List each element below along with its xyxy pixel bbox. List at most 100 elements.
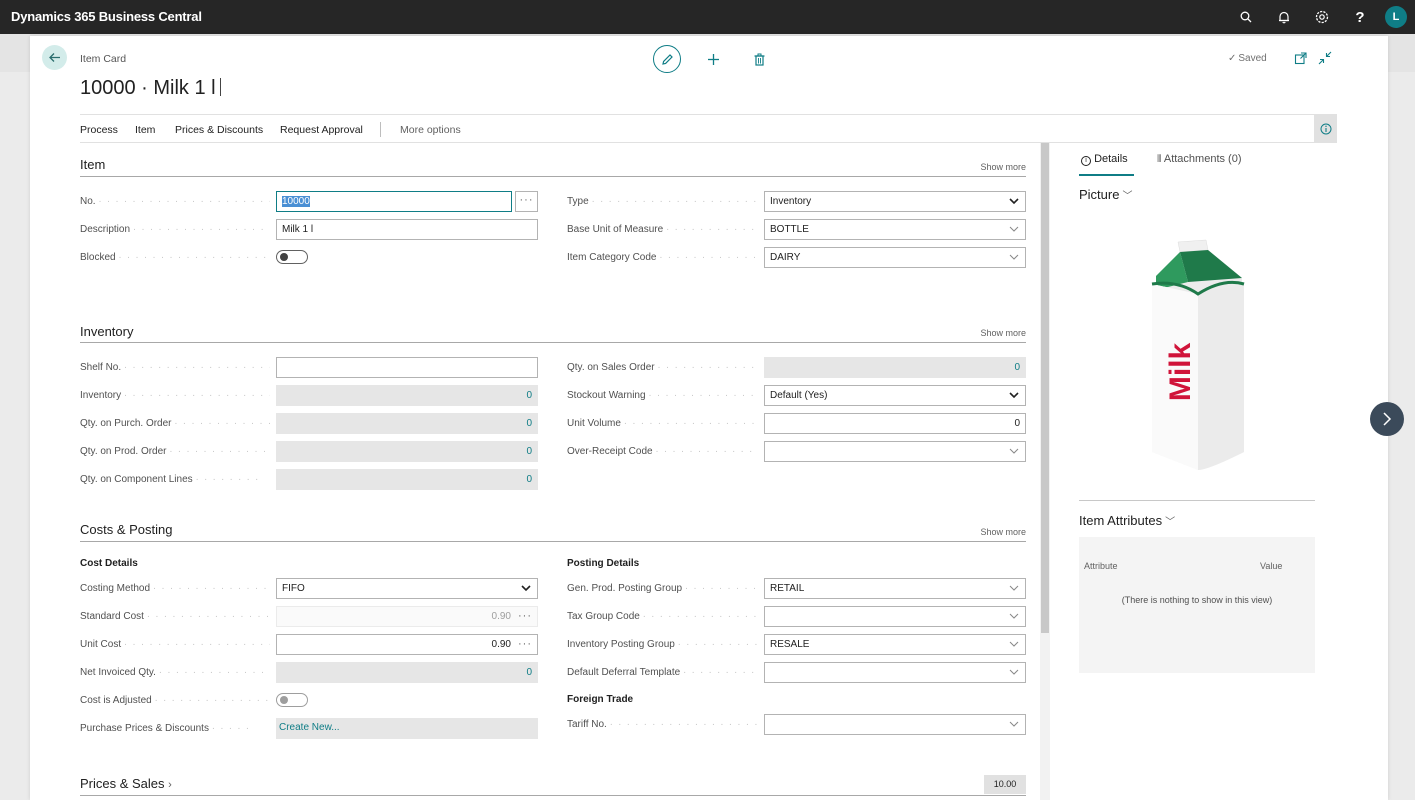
item-picture-milk-carton[interactable]: Milk (1148, 238, 1248, 472)
gen-prod-value: RETAIL (770, 583, 805, 594)
costing-method-value: FIFO (282, 583, 305, 594)
field-label-base-uom: Base Unit of Measure · · · · · · · · · ·… (567, 224, 757, 235)
toggle-knob (280, 696, 288, 704)
section-title-costs-posting[interactable]: Costs & Posting (80, 522, 173, 537)
attr-column-attribute[interactable]: Attribute (1084, 561, 1118, 571)
unit-volume-input[interactable]: 0 (764, 413, 1026, 434)
action-more-options[interactable]: More options (400, 124, 461, 136)
action-item[interactable]: Item (135, 124, 155, 136)
tab-details[interactable]: i Details (1081, 153, 1128, 166)
attr-column-value[interactable]: Value (1260, 561, 1282, 571)
factbox-info-icon[interactable] (1314, 115, 1337, 142)
label-text: Cost is Adjusted (80, 695, 152, 706)
category-value: DAIRY (770, 252, 801, 263)
chevron-down-icon (521, 585, 531, 592)
bell-icon[interactable] (1265, 0, 1303, 34)
stockout-warning-select[interactable]: Default (Yes) (764, 385, 1026, 406)
type-value: Inventory (770, 196, 812, 207)
deferral-template-select[interactable] (764, 662, 1026, 683)
qty-prod-order-value[interactable]: 0 (276, 441, 538, 462)
tariff-no-select[interactable] (764, 714, 1026, 735)
field-label-type: Type · · · · · · · · · · · · · · · · · ·… (567, 196, 757, 207)
action-process[interactable]: Process (80, 124, 118, 136)
field-label-category: Item Category Code · · · · · · · · · · ·… (567, 252, 757, 263)
field-label-costing-method: Costing Method · · · · · · · · · · · · ·… (80, 583, 270, 594)
inventory-posting-select[interactable]: RESALE (764, 634, 1026, 655)
milk-label-text: Milk (1164, 343, 1197, 402)
open-new-window-icon[interactable] (1294, 51, 1308, 65)
label-text: Standard Cost (80, 611, 144, 622)
paperclip-icon: ⦀ (1157, 154, 1162, 165)
delete-trash-icon[interactable] (749, 48, 769, 70)
field-label-description: Description · · · · · · · · · · · · · · … (80, 224, 270, 235)
net-invoiced-qty-value[interactable]: 0 (276, 662, 538, 683)
field-label-inventory-posting: Inventory Posting Group · · · · · · · · … (567, 639, 757, 650)
unit-cost-input[interactable]: 0.90 ··· (276, 634, 538, 655)
tab-attachments[interactable]: ⦀ Attachments (0) (1157, 153, 1242, 165)
content-scrollbar-thumb[interactable] (1041, 143, 1049, 633)
unit-cost-assist-button[interactable]: ··· (518, 638, 532, 650)
show-more-costs[interactable]: Show more (980, 527, 1026, 537)
chevron-down-icon (1009, 585, 1019, 591)
back-arrow-icon[interactable] (42, 45, 67, 70)
label-text: Tariff No. (567, 719, 607, 730)
label-text: Item Category Code (567, 252, 657, 263)
inventory-value[interactable]: 0 (276, 385, 538, 406)
section-title-inventory[interactable]: Inventory (80, 324, 133, 339)
field-label-component-lines: Qty. on Component Lines · · · · · · · · (80, 474, 260, 485)
label-text: Shelf No. (80, 362, 122, 373)
costing-method-select[interactable]: FIFO (276, 578, 538, 599)
shelf-no-input[interactable] (276, 357, 538, 378)
description-input[interactable]: Milk 1 l (276, 219, 538, 240)
assist-ellipsis: ··· (518, 610, 532, 622)
show-more-item[interactable]: Show more (980, 162, 1026, 172)
item-no-value: 10000 (282, 196, 310, 207)
item-attributes-heading[interactable]: Item Attributes ﹀ (1079, 513, 1175, 528)
over-receipt-select[interactable] (764, 441, 1026, 462)
toggle-knob (280, 253, 288, 261)
field-label-over-receipt: Over-Receipt Code · · · · · · · · · · · … (567, 446, 757, 457)
blocked-toggle[interactable] (276, 250, 308, 264)
qty-purch-order-value[interactable]: 0 (276, 413, 538, 434)
action-request-approval[interactable]: Request Approval (280, 124, 363, 136)
chevron-down-icon (1009, 392, 1019, 399)
factbox-tabs: i Details ⦀ Attachments (0) (1079, 150, 1319, 176)
item-no-input[interactable]: 10000 (276, 191, 512, 212)
qty-sales-order-value[interactable]: 0 (764, 357, 1026, 378)
chevron-down-icon: ﹀ (1165, 517, 1176, 528)
chevron-down-icon (1009, 669, 1019, 675)
qty-component-lines-value[interactable]: 0 (276, 469, 538, 490)
chevron-down-icon (1009, 198, 1019, 205)
item-attributes-label: Item Attributes (1079, 513, 1163, 528)
label-text: Gen. Prod. Posting Group (567, 583, 683, 594)
user-avatar[interactable]: L (1385, 6, 1407, 28)
edit-pencil-icon[interactable] (653, 45, 681, 73)
section-title-item[interactable]: Item (80, 157, 105, 172)
create-new-link[interactable]: Create New... (276, 718, 538, 739)
field-label-inventory: Inventory · · · · · · · · · · · · · · · … (80, 390, 270, 401)
section-divider (80, 795, 1026, 796)
gen-prod-posting-select[interactable]: RETAIL (764, 578, 1026, 599)
settings-gear-icon[interactable] (1303, 0, 1341, 34)
chevron-down-icon (1009, 721, 1019, 727)
search-icon[interactable] (1227, 0, 1265, 34)
show-more-inventory[interactable]: Show more (980, 328, 1026, 338)
item-no-assist-button[interactable]: ··· (515, 191, 538, 212)
tax-group-select[interactable] (764, 606, 1026, 627)
collapse-icon[interactable] (1318, 51, 1332, 65)
app-title[interactable]: Dynamics 365 Business Central (11, 9, 202, 24)
category-select[interactable]: DAIRY (764, 247, 1026, 268)
type-select[interactable]: Inventory (764, 191, 1026, 212)
new-plus-icon[interactable] (703, 48, 723, 70)
section-divider (80, 176, 1026, 177)
tab-attachments-label: Attachments (0) (1163, 153, 1242, 165)
base-uom-select[interactable]: BOTTLE (764, 219, 1026, 240)
saved-status: ✓ Saved (1228, 53, 1267, 64)
saved-label: Saved (1238, 53, 1267, 64)
label-text: Purchase Prices & Discounts (80, 723, 209, 734)
help-icon[interactable]: ? (1341, 0, 1379, 34)
section-title-prices-sales[interactable]: Prices & Sales › (80, 776, 172, 791)
picture-heading[interactable]: Picture ﹀ (1079, 187, 1132, 202)
action-prices-discounts[interactable]: Prices & Discounts (175, 124, 263, 136)
next-record-chevron-icon[interactable] (1370, 402, 1404, 436)
